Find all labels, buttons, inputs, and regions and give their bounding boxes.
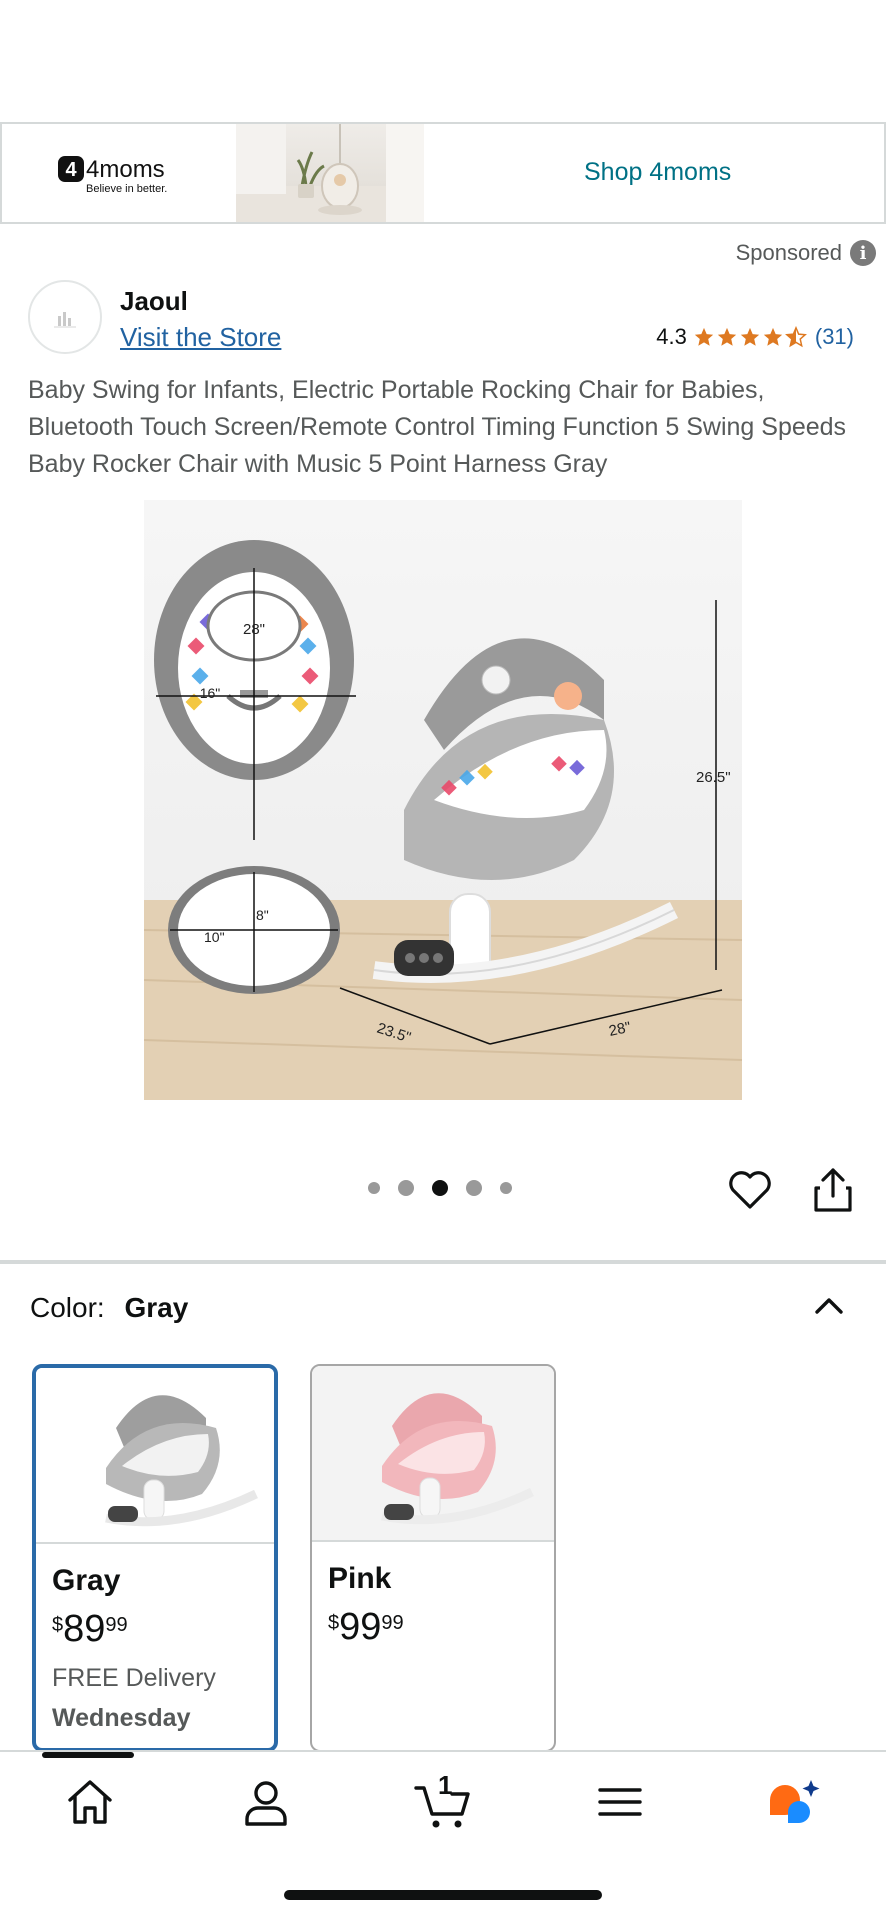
star-half-icon bbox=[784, 326, 807, 348]
price-symbol: $ bbox=[52, 1614, 64, 1636]
dim-label-pillow-width: 10" bbox=[204, 929, 225, 945]
menu-icon[interactable] bbox=[592, 1774, 648, 1830]
delivery-line-1: FREE Delivery bbox=[52, 1664, 216, 1692]
price-symbol: $ bbox=[328, 1612, 340, 1634]
visit-store-link[interactable]: Visit the Store bbox=[120, 322, 281, 353]
image-carousel-dots[interactable] bbox=[368, 1180, 512, 1196]
swatch-price: $ 99 99 bbox=[328, 1606, 404, 1649]
dim-label-pillow-height: 8" bbox=[256, 907, 269, 923]
carousel-dot[interactable] bbox=[368, 1182, 380, 1194]
home-indicator-bar[interactable] bbox=[284, 1890, 602, 1900]
star-full-icon bbox=[763, 327, 783, 346]
color-selector-header: Color: Gray bbox=[30, 1292, 188, 1324]
swatch-name: Pink bbox=[328, 1562, 392, 1595]
product-main-image[interactable]: 28" 16" 8" 10" 26.5" 23.5" 28" bbox=[144, 500, 742, 1100]
home-icon[interactable] bbox=[62, 1774, 118, 1830]
dim-label-backrest: 28" bbox=[243, 621, 265, 638]
section-divider bbox=[0, 1260, 886, 1264]
color-swatch-pink[interactable]: Pink $ 99 99 bbox=[310, 1364, 556, 1752]
dim-label-height: 26.5" bbox=[696, 769, 731, 786]
store-name: Jaoul bbox=[120, 286, 188, 316]
rating-count[interactable]: (31) bbox=[815, 324, 854, 350]
swatch-image-pink bbox=[312, 1366, 554, 1542]
price-whole: 89 bbox=[63, 1608, 106, 1650]
brand-name: 4moms bbox=[86, 156, 165, 183]
cart-count-badge: 1 bbox=[438, 1770, 453, 1800]
share-icon[interactable] bbox=[812, 1166, 854, 1214]
sponsored-text: Sponsored bbox=[735, 240, 842, 265]
rating-summary[interactable]: 4.3 (31) bbox=[656, 324, 854, 350]
brand-tagline: Believe in better. bbox=[86, 183, 167, 195]
carousel-dot[interactable] bbox=[398, 1180, 414, 1196]
rating-value: 4.3 bbox=[656, 324, 687, 349]
star-full-icon bbox=[740, 327, 760, 346]
banner-lifestyle-image[interactable] bbox=[236, 124, 424, 222]
dim-label-width: 16" bbox=[200, 685, 221, 701]
sponsored-brand-banner[interactable]: 4 4moms Believe in better. Shop 4moms bbox=[0, 122, 886, 224]
price-whole: 99 bbox=[339, 1606, 382, 1648]
rufus-assistant-icon[interactable] bbox=[764, 1774, 826, 1830]
brand-logo: 4 4moms Believe in better. bbox=[52, 152, 192, 198]
swatch-delivery: FREE Delivery Wednesday bbox=[52, 1658, 216, 1738]
delivery-line-2: Wednesday bbox=[52, 1704, 191, 1732]
swatch-price: $ 89 99 bbox=[52, 1608, 128, 1651]
price-fraction: 99 bbox=[105, 1614, 128, 1636]
swatch-name: Gray bbox=[52, 1564, 121, 1597]
shop-brand-link[interactable]: Shop 4moms bbox=[584, 158, 731, 187]
star-full-icon bbox=[717, 327, 737, 346]
carousel-dot[interactable] bbox=[466, 1180, 482, 1196]
wishlist-heart-icon[interactable] bbox=[726, 1166, 774, 1214]
star-rating bbox=[693, 326, 807, 348]
info-icon[interactable]: i bbox=[850, 240, 876, 266]
svg-text:4: 4 bbox=[65, 159, 77, 181]
chevron-up-icon[interactable] bbox=[812, 1290, 846, 1324]
swatch-image-gray bbox=[36, 1368, 274, 1544]
nav-active-indicator bbox=[42, 1752, 134, 1758]
product-title: Baby Swing for Infants, Electric Portabl… bbox=[28, 376, 847, 478]
account-icon[interactable] bbox=[238, 1774, 294, 1830]
carousel-dot[interactable] bbox=[500, 1182, 512, 1194]
store-logo[interactable] bbox=[28, 280, 102, 354]
sponsored-label[interactable]: Sponsored i bbox=[736, 240, 876, 266]
carousel-dot-active[interactable] bbox=[432, 1180, 448, 1196]
color-swatch-gray[interactable]: Gray $ 89 99 FREE Delivery Wednesday bbox=[32, 1364, 278, 1752]
price-fraction: 99 bbox=[381, 1612, 404, 1634]
color-label: Color: bbox=[30, 1292, 105, 1323]
star-full-icon bbox=[694, 327, 714, 346]
color-selected-value: Gray bbox=[124, 1292, 189, 1323]
